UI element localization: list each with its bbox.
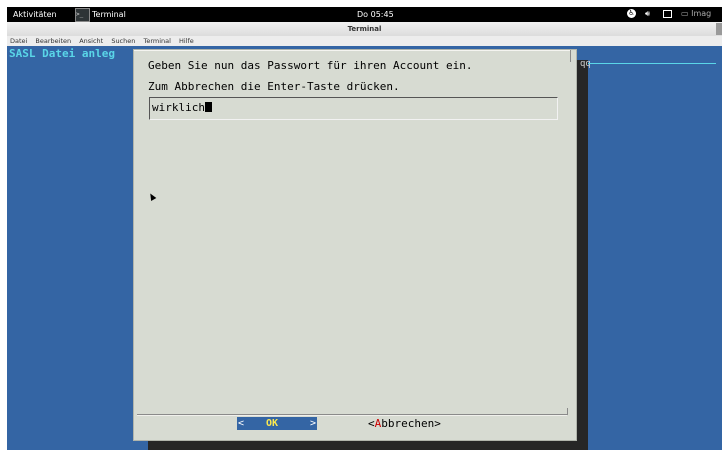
menu-suchen[interactable]: Suchen (111, 36, 135, 46)
network-icon[interactable] (663, 9, 672, 18)
separator-tick (567, 408, 568, 415)
ok-bracket-left: < (238, 418, 245, 429)
terminal-bottom-left (7, 441, 147, 450)
ok-label: OK (266, 418, 279, 429)
system-tray: ♿ 🔊︎ ▭ Imag (627, 9, 711, 18)
background-rule (588, 63, 716, 64)
background-title: SASL Datei anleg (9, 47, 115, 60)
terminal-app-icon: >_ (75, 7, 90, 22)
volume-icon[interactable]: 🔊︎ (645, 9, 654, 18)
menu-datei[interactable]: Datei (10, 36, 27, 46)
chat-icon: ▭ (681, 9, 689, 18)
app-menu-label: Terminal (92, 10, 126, 19)
password-input-value: wirklich (152, 101, 212, 114)
user-menu-label: Imag (691, 9, 712, 18)
text-cursor (204, 102, 212, 112)
accessibility-icon[interactable]: ♿ (627, 9, 636, 18)
menubar: Datei Bearbeiten Ansicht Suchen Terminal… (7, 36, 722, 46)
activities-button[interactable]: Aktivitäten (13, 10, 57, 19)
top-bar: Aktivitäten >_ Terminal Do 05:45 ♿ 🔊︎ ▭ … (7, 7, 722, 22)
cancel-label-rest: bbrechen> (381, 417, 441, 430)
password-input[interactable]: wirklich (149, 97, 558, 120)
ok-button[interactable]: < OK > (237, 417, 317, 430)
password-input-text: wirklich (152, 101, 205, 114)
cancel-bracket-left: < (368, 417, 375, 430)
dialog-prompt: Geben Sie nun das Passwort für ihren Acc… (148, 59, 473, 72)
menu-hilfe[interactable]: Hilfe (179, 36, 194, 46)
dialog-frame-top (134, 50, 570, 51)
user-menu[interactable]: ▭ Imag (681, 9, 711, 18)
clock[interactable]: Do 05:45 (357, 10, 394, 19)
menu-bearbeiten[interactable]: Bearbeiten (35, 36, 71, 46)
window-titlebar[interactable]: Terminal (7, 22, 722, 37)
dialog-hint: Zum Abbrechen die Enter-Taste drücken. (148, 80, 400, 93)
password-dialog: Geben Sie nun das Passwort für ihren Acc… (133, 49, 577, 441)
dialog-frame-corner (570, 50, 571, 62)
close-icon[interactable] (716, 23, 722, 35)
terminal-bottom-right (588, 441, 722, 450)
menu-ansicht[interactable]: Ansicht (79, 36, 103, 46)
window-title: Terminal (347, 25, 382, 33)
ok-bracket-right: > (309, 418, 316, 429)
cancel-button[interactable]: <Abbrechen> (368, 417, 441, 430)
app-menu[interactable]: >_ Terminal (75, 7, 126, 22)
button-separator-highlight (137, 415, 567, 416)
background-fragment: qq (580, 59, 591, 69)
menu-terminal[interactable]: Terminal (143, 36, 170, 46)
